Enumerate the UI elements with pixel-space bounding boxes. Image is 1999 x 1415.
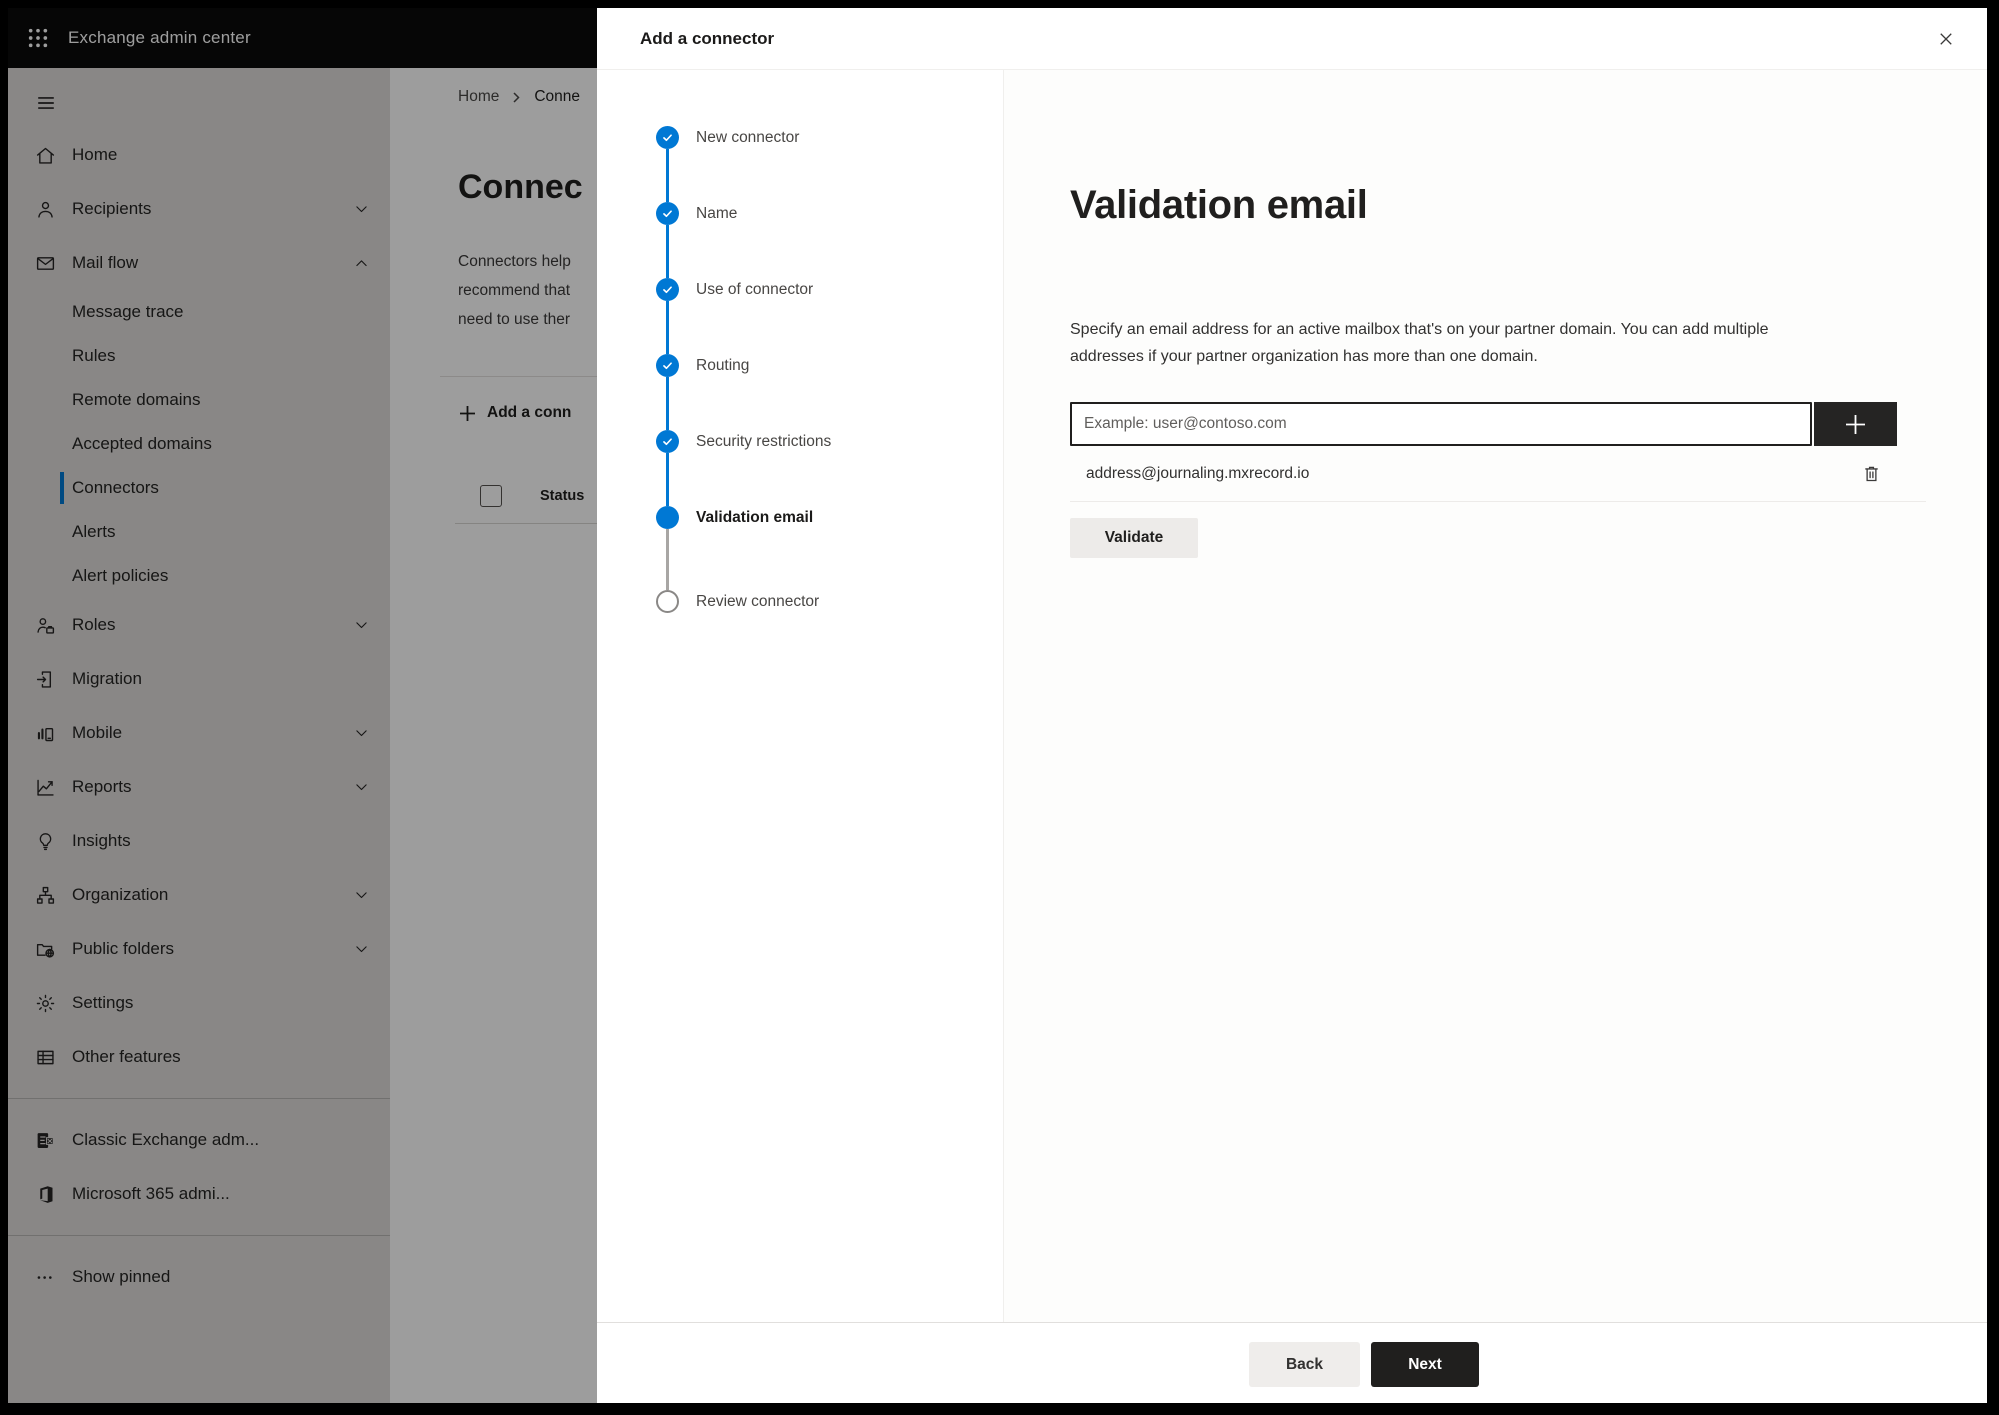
step-label: Security restrictions [696, 432, 832, 450]
wizard-step-name: Name [656, 202, 1003, 225]
step-label: Use of connector [696, 280, 814, 298]
panel-header: Add a connector [597, 8, 1987, 70]
panel-body: New connector Name Use of connector Routing… [597, 70, 1987, 1322]
email-input-row [1070, 402, 1926, 446]
next-button[interactable]: Next [1371, 1342, 1479, 1387]
wizard-step-security-restrictions: Security restrictions [656, 430, 1003, 453]
wizard-step-review-connector: Review connector [656, 590, 1003, 613]
step-connector-line [666, 225, 669, 278]
step-label: Review connector [696, 592, 820, 610]
email-input[interactable] [1070, 402, 1812, 446]
step-check-icon [656, 202, 679, 225]
footer-buttons: Back Next [1249, 1342, 1479, 1387]
close-icon [1937, 30, 1955, 48]
step-label: Validation email [696, 508, 814, 526]
plus-icon [1842, 411, 1869, 438]
step-connector-line [666, 301, 669, 354]
add-connector-panel: Add a connector New connector Name Use of … [597, 8, 1987, 1403]
step-label: New connector [696, 128, 800, 146]
step-active-icon [656, 506, 679, 529]
panel-footer: Back Next [597, 1322, 1987, 1403]
app-window: Exchange admin center Home Recipients Mail… [8, 8, 1987, 1403]
screenshot-frame: Exchange admin center Home Recipients Mail… [0, 0, 1999, 1415]
address-row: address@journaling.mxrecord.io [1070, 446, 1926, 502]
email-rows: address@journaling.mxrecord.io [1070, 402, 1926, 502]
step-check-icon [656, 126, 679, 149]
step-connector-line [666, 377, 669, 430]
step-check-icon [656, 430, 679, 453]
step-description: Specify an email address for an active m… [1070, 321, 1769, 365]
step-connector-line [666, 149, 669, 202]
address-text: address@journaling.mxrecord.io [1086, 464, 1310, 482]
validate-button[interactable]: Validate [1070, 518, 1198, 558]
add-email-button[interactable] [1814, 402, 1897, 446]
wizard-step-use-of-connector: Use of connector [656, 278, 1003, 301]
wizard-step-validation-email: Validation email [656, 506, 1003, 529]
step-label: Routing [696, 356, 750, 374]
step-label: Name [696, 204, 738, 222]
trash-icon [1861, 463, 1882, 484]
validation-email-step: Validation email Specify an email addres… [1004, 70, 1987, 1322]
step-connector-line [666, 529, 669, 590]
wizard-step-new-connector: New connector [656, 126, 1003, 149]
step-check-icon [656, 354, 679, 377]
close-button[interactable] [1929, 22, 1963, 56]
step-empty-icon [656, 590, 679, 613]
panel-title: Add a connector [640, 28, 775, 48]
address-list: address@journaling.mxrecord.io [1070, 446, 1926, 502]
delete-address-button[interactable] [1856, 459, 1886, 489]
wizard-stepper: New connector Name Use of connector Routing… [597, 70, 1004, 1322]
step-check-icon [656, 278, 679, 301]
back-button[interactable]: Back [1249, 1342, 1360, 1387]
step-connector-line [666, 453, 669, 506]
wizard-step-routing: Routing [656, 354, 1003, 377]
step-heading: Validation email [1070, 183, 1368, 227]
